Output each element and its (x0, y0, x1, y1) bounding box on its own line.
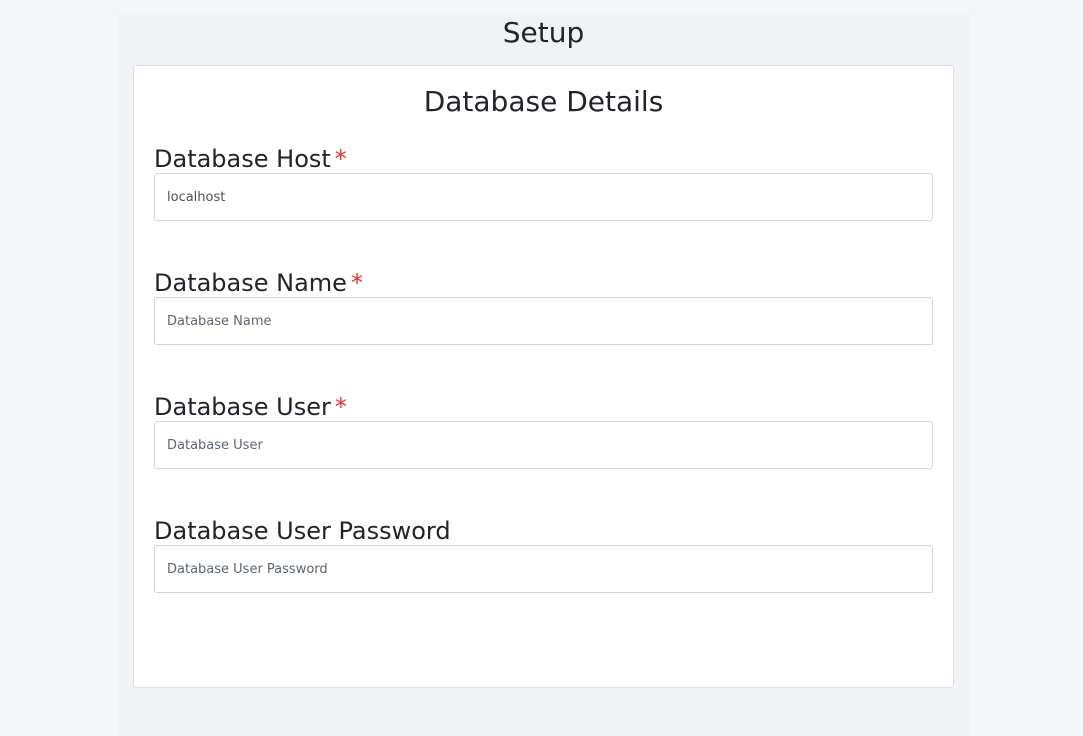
required-marker: * (350, 269, 363, 297)
database-details-card: Database Details Database Host* Database… (133, 65, 954, 688)
database-user-password-label: Database User Password (154, 517, 451, 545)
database-name-label: Database Name * (154, 269, 363, 297)
database-name-input[interactable] (154, 297, 933, 345)
database-user-input[interactable] (154, 421, 933, 469)
database-user-label: Database User * (154, 393, 347, 421)
database-host-label: Database Host * (154, 145, 347, 173)
required-marker: * (334, 393, 347, 421)
card-title: Database Details (423, 85, 664, 118)
database-user-password-input[interactable] (154, 545, 933, 593)
database-host-field: Database Host * (154, 143, 933, 221)
database-user-password-field: Database User Password (154, 515, 933, 593)
setup-panel: Setup Database Details Database Host* Da… (118, 15, 969, 736)
page-title: Setup (502, 16, 585, 49)
database-name-field: Database Name * (154, 267, 933, 345)
required-marker: * (334, 145, 347, 173)
database-host-input[interactable] (154, 173, 933, 221)
database-user-field: Database User * (154, 391, 933, 469)
